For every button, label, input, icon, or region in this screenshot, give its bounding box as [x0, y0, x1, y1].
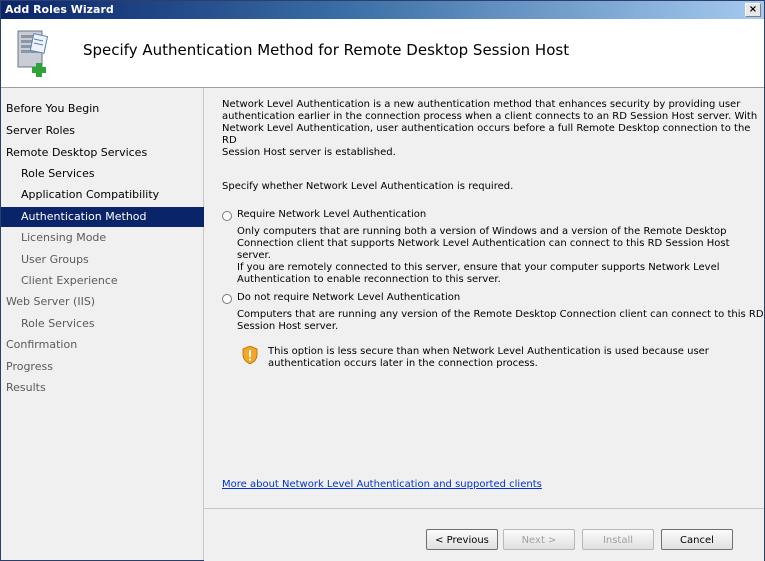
require-nla-description: Only computers that are running both a v… — [237, 226, 764, 286]
intro-line: Network Level Authentication, user authe… — [222, 123, 751, 146]
close-icon: × — [748, 4, 758, 15]
next-button[interactable]: Next > — [503, 529, 575, 550]
nav-item-progress: Progress — [6, 360, 53, 373]
warning-line: authentication occurs later in the conne… — [268, 358, 538, 369]
close-button[interactable]: × — [745, 3, 761, 17]
nav-item-licensing-mode: Licensing Mode — [21, 231, 107, 244]
warning-line: This option is less secure than when Net… — [268, 346, 709, 357]
nav-item-iis-role-services: Role Services — [21, 317, 95, 330]
install-button[interactable]: Install — [582, 529, 654, 550]
nav-item-user-groups: User Groups — [21, 253, 89, 266]
security-warning-icon — [242, 346, 258, 364]
content-pane: Network Level Authentication is a new au… — [204, 88, 764, 508]
cancel-button[interactable]: Cancel — [661, 529, 733, 550]
prompt-text: Specify whether Network Level Authentica… — [222, 181, 514, 192]
page-title: Specify Authentication Method for Remote… — [83, 41, 570, 59]
nav-item-application-compatibility[interactable]: Application Compatibility — [1, 185, 223, 205]
title-bar[interactable]: Add Roles Wizard × — [1, 1, 764, 19]
nav-item-web-server-iis: Web Server (IIS) — [6, 295, 96, 308]
nav-item-results: Results — [6, 381, 46, 394]
nav-item-client-experience: Client Experience — [21, 274, 118, 287]
intro-text: Network Level Authentication is a new au… — [222, 99, 764, 159]
nav-item-rds-role-services[interactable]: Role Services — [1, 164, 223, 184]
no-nla-label[interactable]: Do not require Network Level Authenticat… — [237, 292, 460, 303]
server-wizard-icon — [17, 30, 49, 77]
intro-line: Network Level Authentication is a new au… — [222, 99, 741, 110]
intro-line: Session Host server is established. — [222, 147, 396, 158]
require-nla-label[interactable]: Require Network Level Authentication — [237, 209, 426, 220]
previous-button[interactable]: < Previous — [426, 529, 498, 550]
no-nla-description: Computers that are running any version o… — [237, 309, 764, 333]
nav-item-server-roles[interactable]: Server Roles — [1, 121, 208, 141]
no-nla-radio[interactable] — [222, 294, 232, 304]
nav-item-authentication-method[interactable]: Authentication Method — [1, 207, 223, 227]
description-line: If you are remotely connected to this se… — [237, 262, 720, 273]
wizard-window: Add Roles Wizard × Specify Authenticatio… — [0, 0, 765, 561]
intro-line: authentication earlier in the connection… — [222, 111, 758, 122]
button-bar: < Previous Next > Install Cancel — [204, 508, 764, 561]
description-line: Computers that are running any version o… — [237, 309, 764, 320]
nla-help-link[interactable]: More about Network Level Authentication … — [222, 479, 542, 490]
description-line: Only computers that are running both a v… — [237, 226, 727, 237]
security-warning-text: This option is less secure than when Net… — [268, 346, 709, 370]
description-line: Authentication to enable reconnection to… — [237, 274, 501, 285]
nav-item-confirmation: Confirmation — [6, 338, 78, 351]
description-line: Connection client that supports Network … — [237, 238, 730, 261]
require-nla-radio[interactable] — [222, 211, 232, 221]
wizard-header: Specify Authentication Method for Remote… — [1, 19, 764, 88]
window-title: Add Roles Wizard — [5, 3, 114, 16]
description-line: Session Host server. — [237, 321, 339, 332]
nav-item-remote-desktop-services[interactable]: Remote Desktop Services — [1, 143, 208, 163]
wizard-steps-nav: Before You Begin Server Roles Remote Des… — [1, 88, 223, 560]
nav-item-before-you-begin[interactable]: Before You Begin — [1, 99, 208, 119]
